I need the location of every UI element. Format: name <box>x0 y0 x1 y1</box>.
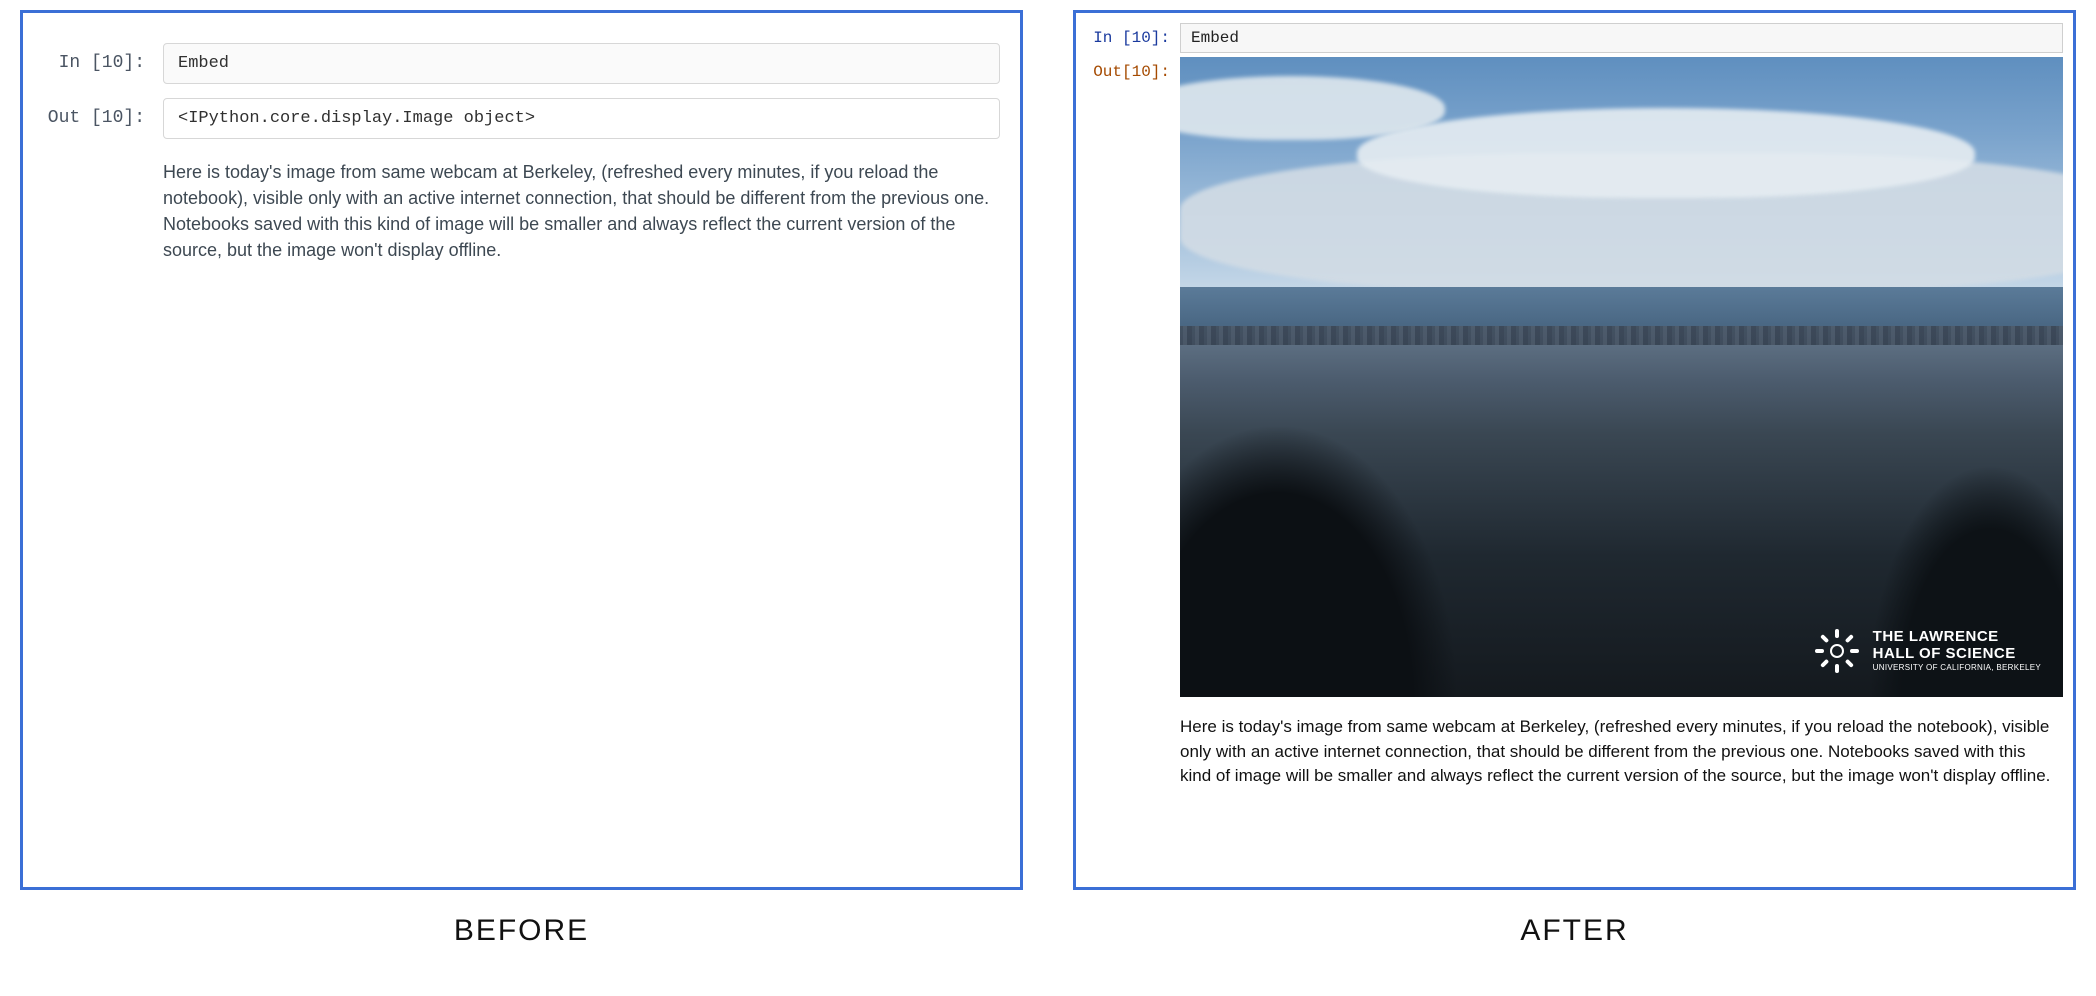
before-panel: In [10]: Embed Out [10]: <IPython.core.d… <box>20 10 1023 890</box>
watermark-line2: HALL OF SCIENCE <box>1873 646 2041 663</box>
input-prompt-label: In [10]: <box>43 43 163 73</box>
watermark-line3: UNIVERSITY OF CALIFORNIA, BERKELEY <box>1873 664 2041 673</box>
after-caption: AFTER <box>1520 914 1628 948</box>
output-cell-row: Out [10]: <IPython.core.display.Image ob… <box>43 98 1000 139</box>
input-code-cell[interactable]: Embed <box>163 43 1000 84</box>
markdown-row: Here is today's image from same webcam a… <box>43 153 1000 263</box>
output-prompt-label-after: Out[10]: <box>1086 57 1180 81</box>
image-cloud <box>1357 108 1975 198</box>
watermark-logo-icon <box>1813 627 1861 675</box>
output-cell-row-after: Out[10]: <box>1086 57 2063 711</box>
image-foreground-left <box>1180 377 1489 697</box>
output-prompt-label: Out [10]: <box>43 98 163 128</box>
input-code-cell-after[interactable]: Embed <box>1180 23 2063 53</box>
before-after-comparison: In [10]: Embed Out [10]: <IPython.core.d… <box>20 10 2076 948</box>
output-image: THE LAWRENCE HALL OF SCIENCE UNIVERSITY … <box>1180 57 2063 697</box>
input-cell-row: In [10]: Embed <box>43 43 1000 84</box>
markdown-text: Here is today's image from same webcam a… <box>163 153 1000 263</box>
after-panel: In [10]: Embed Out[10]: <box>1073 10 2076 890</box>
input-prompt-label-after: In [10]: <box>1086 23 1180 47</box>
markdown-text-after: Here is today's image from same webcam a… <box>1180 715 2063 789</box>
before-column: In [10]: Embed Out [10]: <IPython.core.d… <box>20 10 1023 948</box>
output-text-cell: <IPython.core.display.Image object> <box>163 98 1000 139</box>
watermark-text: THE LAWRENCE HALL OF SCIENCE UNIVERSITY … <box>1873 629 2041 673</box>
before-caption: BEFORE <box>454 914 589 948</box>
after-column: In [10]: Embed Out[10]: <box>1073 10 2076 948</box>
watermark-line1: THE LAWRENCE <box>1873 629 2041 646</box>
image-watermark: THE LAWRENCE HALL OF SCIENCE UNIVERSITY … <box>1813 627 2041 675</box>
input-cell-row-after: In [10]: Embed <box>1086 23 2063 53</box>
markdown-prompt-spacer <box>43 153 163 163</box>
image-cloud <box>1180 76 1445 140</box>
